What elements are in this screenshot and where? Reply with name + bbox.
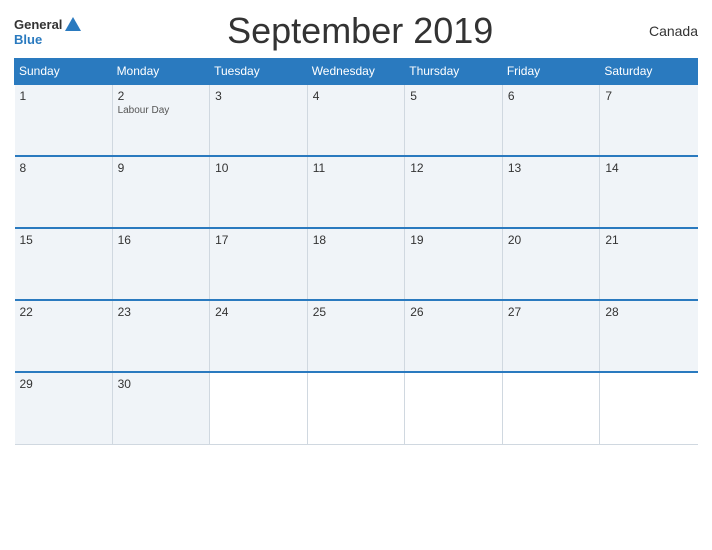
col-sunday: Sunday (15, 59, 113, 85)
table-row: 27 (502, 300, 600, 372)
calendar-week-row: 89 10 11 12 13 14 (15, 156, 698, 228)
calendar-week-row: 29 30 (15, 372, 698, 444)
day-number: 25 (313, 305, 400, 319)
col-saturday: Saturday (600, 59, 698, 85)
table-row: 30 (112, 372, 210, 444)
table-row: 24 (210, 300, 308, 372)
logo-blue-text: Blue (14, 33, 42, 46)
col-thursday: Thursday (405, 59, 503, 85)
table-row: 19 (405, 228, 503, 300)
table-row (502, 372, 600, 444)
day-number: 10 (215, 161, 302, 175)
table-row: 21 (600, 228, 698, 300)
logo-icon (64, 15, 82, 33)
country-label: Canada (638, 23, 698, 39)
col-wednesday: Wednesday (307, 59, 405, 85)
table-row: 14 (600, 156, 698, 228)
day-number: 22 (20, 305, 107, 319)
table-row (210, 372, 308, 444)
day-number: 26 (410, 305, 497, 319)
day-number: 20 (508, 233, 595, 247)
table-row: 16 (112, 228, 210, 300)
table-row: 13 (502, 156, 600, 228)
calendar-week-row: 22 23 24 25 26 27 28 (15, 300, 698, 372)
table-row: 17 (210, 228, 308, 300)
day-number: 23 (118, 305, 205, 319)
col-tuesday: Tuesday (210, 59, 308, 85)
day-number: 24 (215, 305, 302, 319)
table-row: 9 (112, 156, 210, 228)
table-row: 20 (502, 228, 600, 300)
day-number: 9 (118, 161, 205, 175)
day-number: 27 (508, 305, 595, 319)
table-row: 12 (405, 156, 503, 228)
calendar-header-row: Sunday Monday Tuesday Wednesday Thursday… (15, 59, 698, 85)
calendar-title: September 2019 (82, 10, 638, 52)
day-number: 8 (20, 161, 107, 175)
table-row: 6 (502, 84, 600, 156)
day-number: 5 (410, 89, 497, 103)
table-row (307, 372, 405, 444)
day-number: 18 (313, 233, 400, 247)
table-row: 7 (600, 84, 698, 156)
table-row: 26 (405, 300, 503, 372)
table-row: 23 (112, 300, 210, 372)
table-row: 3 (210, 84, 308, 156)
day-number: 14 (605, 161, 692, 175)
calendar-table: Sunday Monday Tuesday Wednesday Thursday… (14, 58, 698, 445)
table-row (600, 372, 698, 444)
day-number: 30 (118, 377, 205, 391)
header: General Blue September 2019 Canada (14, 10, 698, 52)
day-number: 13 (508, 161, 595, 175)
table-row: 8 (15, 156, 113, 228)
table-row (405, 372, 503, 444)
table-row: 5 (405, 84, 503, 156)
day-number: 19 (410, 233, 497, 247)
col-friday: Friday (502, 59, 600, 85)
table-row: 2 Labour Day (112, 84, 210, 156)
day-number: 6 (508, 89, 595, 103)
table-row: 4 (307, 84, 405, 156)
col-monday: Monday (112, 59, 210, 85)
logo-general-text: General (14, 18, 62, 31)
table-row: 28 (600, 300, 698, 372)
day-number: 15 (20, 233, 107, 247)
day-number: 4 (313, 89, 400, 103)
calendar-page: General Blue September 2019 Canada Sunda… (0, 0, 712, 550)
table-row: 22 (15, 300, 113, 372)
day-number: 11 (313, 161, 400, 175)
table-row: 1 (15, 84, 113, 156)
day-number: 21 (605, 233, 692, 247)
table-row: 29 (15, 372, 113, 444)
table-row: 15 (15, 228, 113, 300)
day-number: 16 (118, 233, 205, 247)
calendar-week-row: 12 Labour Day 34567 (15, 84, 698, 156)
table-row: 11 (307, 156, 405, 228)
table-row: 10 (210, 156, 308, 228)
day-number: 2 (118, 89, 205, 103)
day-number: 7 (605, 89, 692, 103)
holiday-label: Labour Day (118, 105, 205, 116)
calendar-week-row: 15 16 17 18 19 20 21 (15, 228, 698, 300)
day-number: 17 (215, 233, 302, 247)
table-row: 25 (307, 300, 405, 372)
day-number: 1 (20, 89, 107, 103)
day-number: 29 (20, 377, 107, 391)
logo: General Blue (14, 17, 82, 46)
day-number: 12 (410, 161, 497, 175)
table-row: 18 (307, 228, 405, 300)
day-number: 28 (605, 305, 692, 319)
day-number: 3 (215, 89, 302, 103)
